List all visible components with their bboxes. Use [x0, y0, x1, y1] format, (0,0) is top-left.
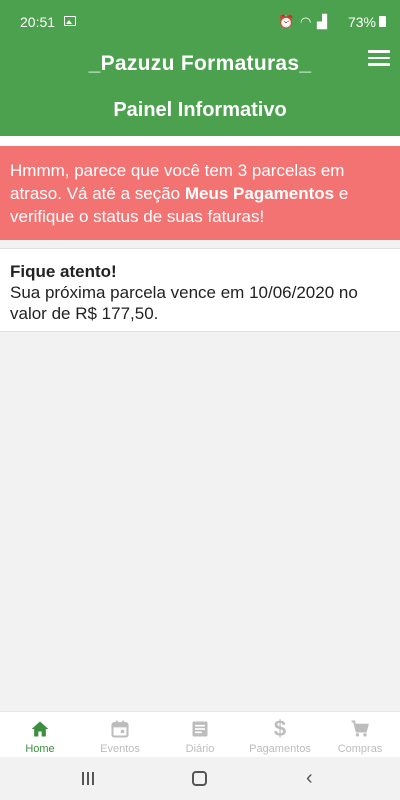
next-installment-notice: Fique atento! Sua próxima parcela vence … [0, 248, 400, 332]
status-bar: 20:51 ⏰ ◠ ▟ 73% [0, 0, 400, 42]
nav-home-label: Home [25, 743, 55, 755]
nav-pagamentos[interactable]: $ Pagamentos [240, 712, 320, 757]
nav-eventos-label: Eventos [100, 743, 140, 755]
nav-pagamentos-label: Pagamentos [249, 743, 311, 755]
header-spacer [0, 136, 400, 146]
back-icon[interactable]: ‹ [306, 767, 313, 790]
signal-icon: ▟ [317, 14, 328, 29]
battery-percent: 73% [347, 14, 376, 30]
home-icon [0, 717, 80, 741]
cart-icon [320, 717, 400, 741]
app-bar: _Pazuzu Formaturas_ Painel Informativo [0, 42, 400, 136]
nav-home[interactable]: Home [0, 712, 80, 757]
notice-text: Sua próxima parcela vence em 10/06/2020 … [10, 283, 358, 323]
home-button-icon[interactable] [192, 771, 207, 786]
bottom-nav: Home Eventos Diário $ Pagamentos Compras [0, 711, 400, 757]
app-title: _Pazuzu Formaturas_ [88, 52, 312, 75]
alarm-icon: ⏰ [278, 14, 296, 29]
dollar-icon: $ [273, 716, 287, 741]
calendar-icon [80, 717, 160, 741]
system-nav-bar: ‹ [0, 757, 400, 800]
recent-apps-icon[interactable] [82, 772, 97, 790]
status-time: 20:51 [20, 14, 56, 30]
menu-button[interactable] [368, 50, 390, 68]
hamburger-icon [368, 50, 390, 53]
journal-icon [160, 717, 240, 741]
nav-compras-label: Compras [337, 743, 383, 755]
battery-icon [379, 16, 386, 27]
nav-eventos[interactable]: Eventos [80, 712, 160, 757]
gallery-icon [64, 16, 76, 26]
nav-diario-label: Diário [185, 743, 215, 755]
nav-compras[interactable]: Compras [320, 712, 400, 757]
page-title: Painel Informativo [113, 99, 287, 121]
wifi-icon: ◠ [300, 14, 313, 29]
alert-payments-link[interactable]: Meus Pagamentos [185, 184, 334, 203]
notice-title: Fique atento! [10, 262, 117, 281]
nav-diario[interactable]: Diário [160, 712, 240, 757]
status-icons: ⏰ ◠ ▟ [278, 14, 328, 30]
overdue-alert: Hmmm, parece que você tem 3 parcelas em … [0, 146, 400, 240]
